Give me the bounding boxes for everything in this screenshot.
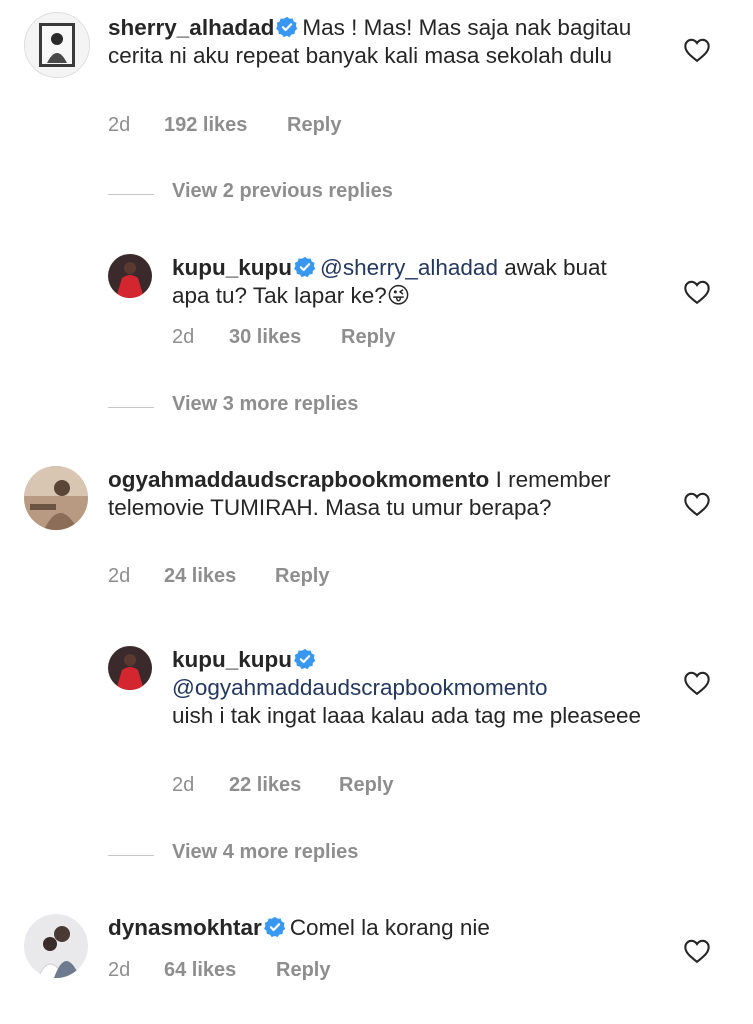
likes-count[interactable]: 30 likes: [229, 326, 301, 349]
heart-outline-icon[interactable]: [683, 491, 711, 517]
likes-count[interactable]: 22 likes: [229, 774, 301, 797]
emoji: 😜: [386, 283, 411, 308]
verified-badge-icon: [294, 256, 316, 278]
timestamp: 2d: [172, 326, 195, 348]
likes-count[interactable]: 24 likes: [164, 565, 236, 588]
reply-body: kupu_kupu @sherry_alhadad awak buat apa t…: [172, 254, 643, 310]
heart-outline-icon[interactable]: [683, 37, 711, 63]
comment-text: Comel la korang nie: [289, 915, 490, 940]
reply-button[interactable]: Reply: [339, 774, 393, 797]
avatar[interactable]: [108, 254, 152, 298]
reply-button[interactable]: Reply: [341, 326, 395, 349]
view-replies-label[interactable]: View 3 more replies: [172, 393, 358, 416]
comment-body: dynasmokhtar Comel la korang nie: [108, 914, 643, 942]
username[interactable]: kupu_kupu: [172, 255, 292, 280]
verified-badge-icon: [264, 916, 286, 938]
reply-button[interactable]: Reply: [287, 114, 341, 137]
heart-outline-icon[interactable]: [683, 279, 711, 305]
avatar[interactable]: [24, 12, 90, 78]
verified-badge-icon: [276, 16, 298, 38]
divider: [108, 407, 154, 408]
reply-button[interactable]: Reply: [275, 565, 329, 588]
avatar[interactable]: [24, 914, 88, 978]
view-replies-label[interactable]: View 4 more replies: [172, 841, 358, 864]
comment-body: ogyahmaddaudscrapbookmomento I remember …: [108, 466, 643, 522]
heart-outline-icon[interactable]: [683, 938, 711, 964]
view-replies-label[interactable]: View 2 previous replies: [172, 180, 393, 203]
divider: [108, 855, 154, 856]
username[interactable]: sherry_alhadad: [108, 15, 274, 40]
heart-outline-icon[interactable]: [683, 670, 711, 696]
likes-count[interactable]: 64 likes: [164, 959, 236, 982]
comment-text: uish i tak ingat laaa kalau ada tag me p…: [172, 703, 642, 728]
divider: [108, 194, 154, 195]
avatar[interactable]: [24, 466, 88, 530]
likes-count[interactable]: 192 likes: [164, 114, 247, 137]
comment-body: sherry_alhadad Mas ! Mas! Mas saja nak ba…: [108, 14, 643, 70]
username[interactable]: kupu_kupu: [172, 647, 292, 672]
timestamp: 2d: [172, 774, 195, 796]
mention-link[interactable]: @sherry_alhadad: [320, 255, 498, 280]
reply-button[interactable]: Reply: [276, 959, 330, 982]
timestamp: 2d: [108, 114, 131, 136]
username[interactable]: dynasmokhtar: [108, 915, 262, 940]
timestamp: 2d: [108, 959, 131, 981]
avatar[interactable]: [108, 646, 152, 690]
reply-body: kupu_kupu @ogyahmaddaudscrapbookmomento ui…: [172, 646, 643, 730]
verified-badge-icon: [294, 648, 316, 670]
username[interactable]: ogyahmaddaudscrapbookmomento: [108, 467, 489, 492]
mention-link[interactable]: @ogyahmaddaudscrapbookmomento: [172, 675, 548, 700]
timestamp: 2d: [108, 565, 131, 587]
